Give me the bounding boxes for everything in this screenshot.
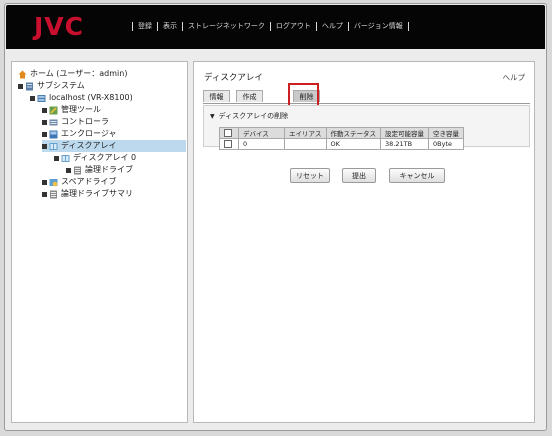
host-icon — [37, 94, 46, 103]
menu-separator — [315, 21, 317, 31]
row-select-cell — [219, 138, 239, 150]
spare-drive-icon — [49, 178, 58, 187]
tools-icon — [49, 106, 58, 115]
collapse-toggle-icon[interactable] — [66, 167, 71, 173]
tree-label-localhost: localhost (VR-X8100) — [49, 93, 133, 102]
collapse-toggle-icon[interactable] — [42, 143, 47, 149]
collapse-toggle-icon[interactable] — [42, 191, 47, 197]
help-link[interactable]: ヘルプ — [503, 72, 526, 83]
menu-logout[interactable]: ログアウト — [276, 21, 311, 31]
tree-label-disk-array: ディスクアレイ — [61, 141, 117, 150]
tree-label-logical-drive: 論理ドライブ — [85, 165, 133, 174]
tree-item-controller[interactable]: コントローラ — [42, 116, 109, 128]
tab-bar: 情報 作成 削除 — [203, 88, 530, 104]
cell-status: OK — [325, 138, 381, 150]
cancel-button[interactable]: キャンセル — [389, 168, 445, 183]
collapse-toggle-icon[interactable] — [42, 131, 47, 137]
delete-disk-array-section: ▼ ディスクアレイの削除 デバイス エイリアス 作動ステータス 設定可能容量 空… — [203, 105, 530, 150]
column-header-device: デバイス — [238, 127, 285, 139]
tree-item-home[interactable]: ホーム (ユーザー：admin) — [18, 68, 127, 80]
tree-label-enclosure: エンクロージャ — [61, 129, 117, 138]
menu-view[interactable]: 表示 — [163, 21, 177, 31]
tree-label-spare-drive: スペアドライブ — [61, 177, 117, 186]
section-title: ディスクアレイの削除 — [218, 112, 289, 120]
jvc-logo: JVC — [34, 12, 84, 41]
menu-storage-network[interactable]: ストレージネットワーク — [188, 21, 265, 31]
tree-item-logical-drive[interactable]: 論理ドライブ — [66, 164, 133, 176]
tree-label-disk-array-0: ディスクアレイ 0 — [73, 153, 137, 162]
summary-icon — [49, 190, 58, 199]
home-icon — [18, 70, 27, 79]
tree-item-spare-drive[interactable]: スペアドライブ — [42, 176, 116, 188]
cell-device: 0 — [238, 138, 285, 150]
menu-separator — [269, 21, 271, 31]
enclosure-icon — [49, 130, 58, 139]
tree-item-localhost[interactable]: localhost (VR-X8100) — [30, 92, 133, 104]
tree-label-subsystem: サブシステム — [37, 81, 85, 90]
header-bar: JVC 登録 表示 ストレージネットワーク ログアウト ヘルプ バージョン情報 — [6, 5, 545, 49]
tree-item-disk-array-0[interactable]: ディスクアレイ 0 — [54, 152, 136, 164]
select-all-checkbox[interactable] — [224, 129, 232, 137]
menu-separator — [347, 21, 349, 31]
server-icon — [25, 82, 34, 91]
navigation-tree: ホーム (ユーザー：admin) サブシステム localhost (VR-X8… — [11, 61, 188, 423]
menu-separator — [407, 21, 409, 31]
collapse-toggle-icon[interactable] — [54, 155, 59, 161]
tab-info[interactable]: 情報 — [203, 90, 230, 102]
submit-button[interactable]: 提出 — [342, 168, 376, 183]
disk-array-table: デバイス エイリアス 作動ステータス 設定可能容量 空き容量 0 OK 38.2… — [219, 127, 464, 150]
tree-item-disk-array[interactable]: ディスクアレイ — [42, 140, 186, 152]
column-header-status: 作動ステータス — [325, 127, 381, 139]
menu-help[interactable]: ヘルプ — [322, 21, 343, 31]
menu-separator — [132, 21, 133, 31]
collapse-toggle-icon[interactable] — [42, 179, 47, 185]
cell-capacity: 38.21TB — [380, 138, 429, 150]
menu-version-info[interactable]: バージョン情報 — [354, 21, 403, 31]
tree-item-logical-drive-summary[interactable]: 論理ドライブサマリ — [42, 188, 133, 200]
top-menu: 登録 表示 ストレージネットワーク ログアウト ヘルプ バージョン情報 — [127, 21, 414, 31]
menu-separator — [182, 21, 183, 31]
triangle-down-icon: ▼ — [210, 112, 215, 120]
cell-free: 0Byte — [428, 138, 464, 150]
tree-item-subsystem[interactable]: サブシステム — [18, 80, 85, 92]
collapse-toggle-icon[interactable] — [42, 119, 47, 125]
table-row: 0 OK 38.21TB 0Byte — [219, 138, 464, 150]
collapse-toggle-icon[interactable] — [18, 83, 23, 89]
tree-label-logical-drive-summary: 論理ドライブサマリ — [61, 189, 133, 198]
column-header-alias: エイリアス — [284, 127, 327, 139]
column-header-capacity: 設定可能容量 — [380, 127, 429, 139]
page-title: ディスクアレイ — [204, 73, 263, 83]
collapse-toggle-icon[interactable] — [30, 95, 35, 101]
row-checkbox[interactable] — [224, 140, 232, 148]
reset-button[interactable]: リセット — [290, 168, 330, 183]
section-header[interactable]: ▼ ディスクアレイの削除 — [210, 111, 288, 121]
tab-create[interactable]: 作成 — [236, 90, 263, 102]
disk-array-icon — [61, 154, 70, 163]
menu-register[interactable]: 登録 — [138, 21, 152, 31]
logical-drive-icon — [73, 166, 82, 175]
tree-label-controller: コントローラ — [61, 117, 109, 126]
disk-array-icon — [49, 142, 58, 151]
tree-label-home: ホーム (ユーザー：admin) — [30, 69, 128, 78]
select-all-cell — [219, 127, 239, 139]
cell-alias — [284, 138, 327, 150]
menu-separator — [157, 21, 158, 31]
column-header-free: 空き容量 — [428, 127, 464, 139]
tree-item-enclosure[interactable]: エンクロージャ — [42, 128, 116, 140]
main-panel: ディスクアレイ ヘルプ 情報 作成 削除 ▼ ディスクアレイの削除 デバイス エ… — [193, 61, 535, 423]
tree-label-management-tool: 管理ツール — [61, 105, 101, 114]
table-header-row: デバイス エイリアス 作動ステータス 設定可能容量 空き容量 — [219, 127, 464, 139]
tree-item-management-tool[interactable]: 管理ツール — [42, 104, 101, 116]
collapse-toggle-icon[interactable] — [42, 107, 47, 113]
controller-icon — [49, 118, 58, 127]
